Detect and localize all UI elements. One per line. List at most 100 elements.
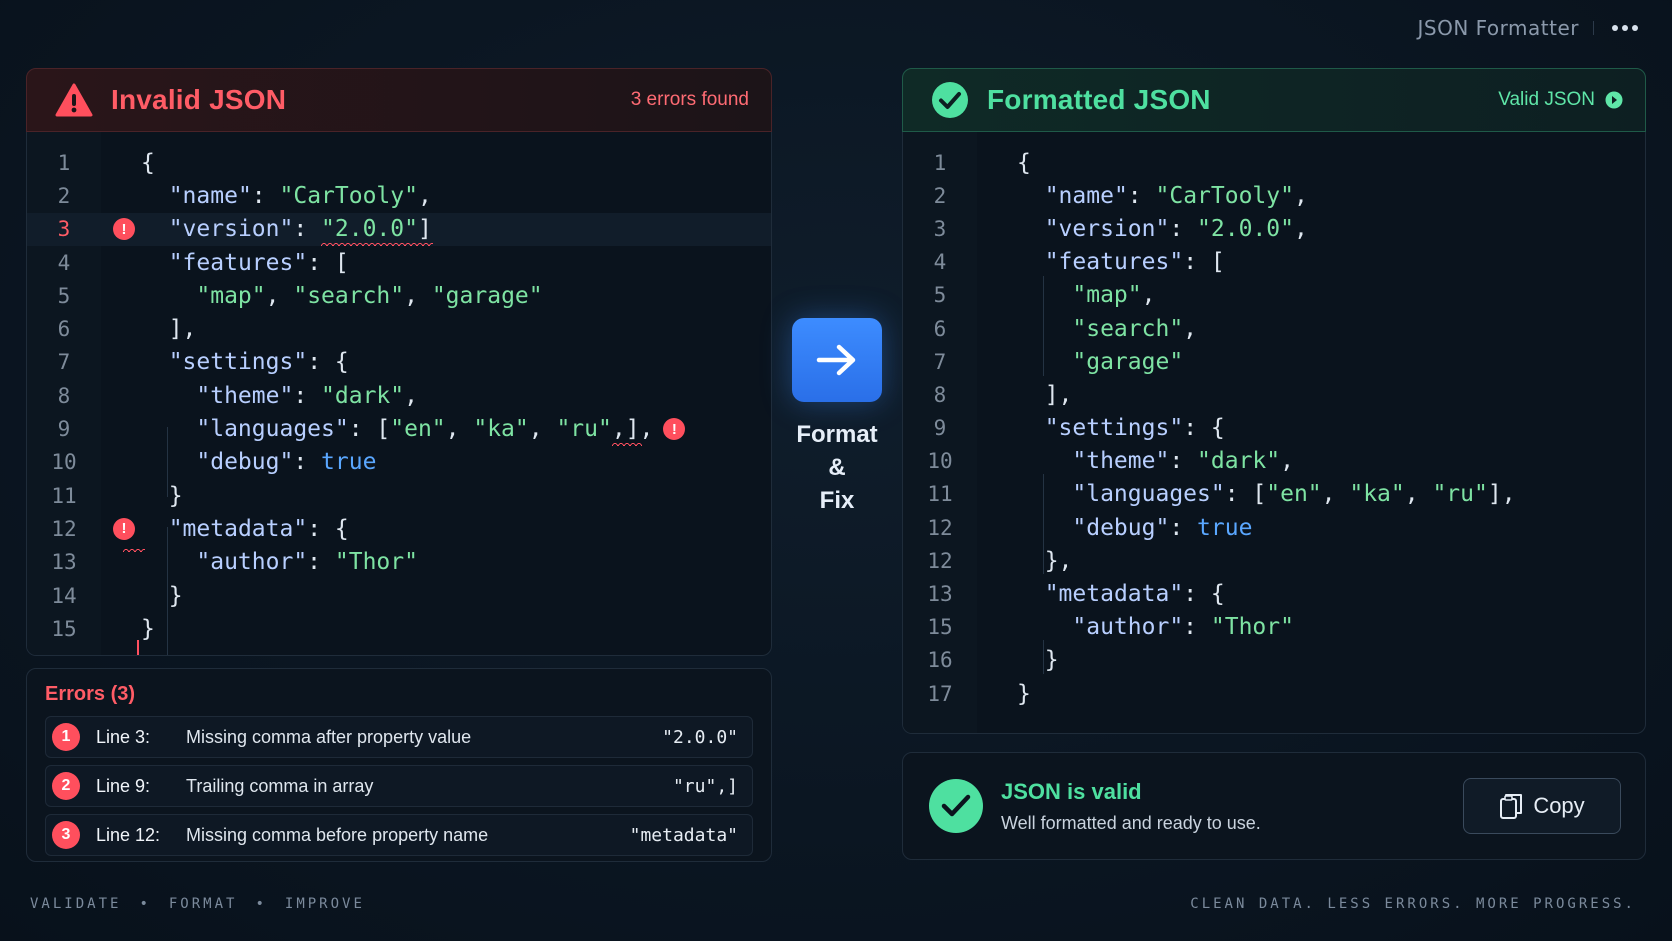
json-key: "version" — [1044, 215, 1170, 242]
code-line: 14 } — [27, 579, 771, 612]
errors-list: Errors (3) 1 Line 3: Missing comma after… — [26, 668, 772, 862]
json-string: "ka" — [1349, 481, 1405, 508]
json-key: "theme" — [1072, 448, 1170, 475]
json-string: "en" — [390, 415, 446, 442]
code-line: 1{ — [27, 146, 771, 179]
line-number: 12 — [927, 548, 953, 573]
json-key: "name" — [1044, 182, 1128, 209]
json-key: "settings" — [1044, 415, 1184, 442]
code-line: 2 "name": "CarTooly", — [27, 179, 771, 212]
line-number: 10 — [51, 450, 77, 475]
invalid-json-header: Invalid JSON 3 errors found — [26, 68, 772, 132]
top-bar: JSON Formatter — [1417, 16, 1642, 40]
invalid-json-panel: Invalid JSON 3 errors found 1{ 2 "name":… — [26, 68, 772, 862]
error-number-badge: 3 — [52, 821, 80, 849]
error-dot-icon[interactable]: ! — [663, 418, 686, 441]
format-fix-button[interactable] — [792, 318, 882, 402]
format-label-line: Format — [796, 421, 878, 448]
json-string: "CarTooly" — [279, 182, 418, 209]
more-dots-icon[interactable] — [1608, 21, 1642, 35]
code-line: 12 }, — [903, 544, 1645, 577]
line-number: 13 — [51, 550, 77, 575]
line-number: 4 — [933, 250, 947, 275]
code-line: 8 "theme": "dark", — [27, 379, 771, 412]
copy-label: Copy — [1533, 793, 1585, 818]
footer-bullet: • — [139, 896, 151, 912]
validation-title: JSON is valid — [1001, 778, 1142, 804]
json-key: "features" — [1044, 249, 1184, 276]
formatted-json-editor[interactable]: 1{ 2 "name": "CarTooly", 3 "version": "2… — [902, 132, 1646, 734]
line-number: 4 — [57, 250, 71, 275]
error-message: Trailing comma in array — [186, 775, 374, 796]
formatted-json-title: Formatted JSON — [987, 84, 1211, 115]
code-line-error: 9 "languages": ["en", "ka", "ru",],! — [27, 412, 771, 446]
line-number: 7 — [57, 350, 71, 375]
warning-triangle-icon — [55, 83, 93, 117]
check-circle-icon — [929, 779, 983, 833]
top-separator — [1593, 21, 1594, 35]
json-string: "2.0.0" — [1197, 215, 1294, 242]
json-string: "CarTooly" — [1155, 182, 1294, 209]
valid-json-label: Valid JSON — [1498, 89, 1595, 110]
json-string: "dark" — [321, 382, 405, 409]
json-string: "ru" — [556, 415, 612, 442]
footer-word: IMPROVE — [284, 896, 365, 912]
line-number: 1 — [933, 150, 947, 175]
line-number: 15 — [51, 616, 77, 641]
footer-bullet: • — [255, 896, 267, 912]
error-row[interactable]: 1 Line 3: Missing comma after property v… — [45, 716, 753, 758]
error-line: Line 12: — [96, 824, 161, 845]
copy-button[interactable]: Copy — [1463, 778, 1621, 834]
error-message: Missing comma before property name — [186, 824, 489, 845]
line-number: 8 — [57, 383, 71, 408]
json-key: "version" — [168, 216, 294, 243]
line-number: 9 — [57, 417, 71, 442]
errors-found-count: 3 errors found — [630, 89, 749, 110]
error-snippet: "2.0.0" — [662, 726, 738, 748]
json-key: "languages" — [196, 415, 349, 442]
json-string: "map" — [196, 282, 266, 309]
code-line: 5 "map", — [903, 279, 1645, 312]
json-string: "en" — [1266, 481, 1322, 508]
code-line: 13 "author": "Thor" — [27, 546, 771, 579]
code-area: 1{ 2 "name": "CarTooly", 3! "version": "… — [27, 146, 771, 645]
code-line: 16 } — [903, 644, 1645, 677]
status-dot-icon — [1605, 91, 1623, 109]
line-number: 6 — [57, 317, 71, 342]
code-line: 10 "debug": true — [27, 446, 771, 479]
code-line: 15 "author": "Thor" — [903, 611, 1645, 644]
format-fix-label: Format & Fix — [770, 418, 904, 517]
code-line: 8 ], — [903, 378, 1645, 411]
json-boolean: true — [321, 449, 377, 476]
code-line: 2 "name": "CarTooly", — [903, 179, 1645, 212]
line-number: 9 — [933, 416, 947, 441]
line-number: 5 — [933, 283, 947, 308]
json-key: "author" — [1072, 614, 1184, 641]
footer-word: VALIDATE — [30, 896, 122, 912]
errors-title: Errors (3) — [45, 683, 136, 705]
line-number: 12 — [51, 516, 77, 541]
error-line: Line 3: — [96, 726, 151, 747]
invalid-json-editor[interactable]: 1{ 2 "name": "CarTooly", 3! "version": "… — [26, 132, 772, 656]
json-string: "ka" — [473, 415, 529, 442]
json-string: "garage" — [1072, 348, 1184, 375]
line-number: 2 — [57, 183, 71, 208]
code-line: 10 "theme": "dark", — [903, 445, 1645, 478]
line-number: 8 — [933, 382, 947, 407]
format-label-line: & — [828, 454, 846, 481]
error-message: Missing comma after property value — [186, 726, 472, 747]
line-number: 3 — [933, 216, 947, 241]
code-line-error: 3! "version": "2.0.0"] — [27, 212, 771, 247]
json-string-error: "2.0.0"] — [321, 216, 434, 247]
json-key: "metadata" — [1044, 581, 1184, 608]
code-line-error: 12! "metadata": { — [27, 512, 771, 552]
line-number: 11 — [927, 482, 953, 507]
json-key: "features" — [168, 249, 308, 276]
error-line: Line 9: — [96, 775, 151, 796]
json-key: "metadata" — [168, 515, 308, 542]
app-title: JSON Formatter — [1417, 16, 1579, 40]
json-string: "garage" — [431, 282, 543, 309]
error-row[interactable]: 2 Line 9: Trailing comma in array "ru",] — [45, 765, 753, 807]
json-key: "theme" — [196, 382, 294, 409]
error-row[interactable]: 3 Line 12: Missing comma before property… — [45, 814, 753, 856]
